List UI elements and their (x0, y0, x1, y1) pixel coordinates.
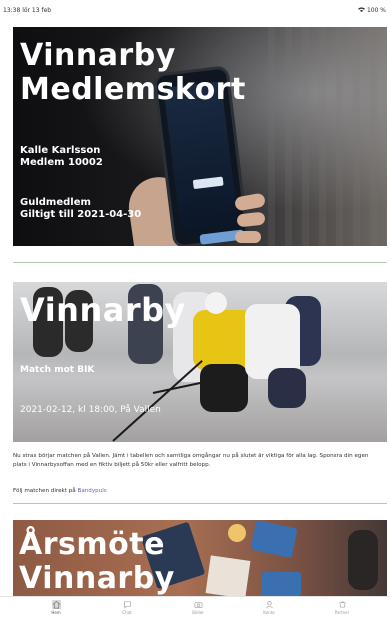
section-divider-2 (13, 503, 387, 504)
follow-match-line: Följ matchen direkt på Bandypuls (13, 487, 381, 496)
match-opponent: Match mot BIK (20, 365, 95, 375)
tab-images-label: Bilder (192, 610, 204, 615)
member-valid-until: Giltigt till 2021-04-30 (20, 209, 142, 220)
match-datetime: 2021-02-12, kl 18:00, På Vallen (20, 405, 161, 415)
member-name: Kalle Karlsson (20, 145, 101, 156)
annual-meeting-title-line2: Vinnarby (19, 561, 175, 596)
member-number: Medlem 10002 (20, 157, 103, 168)
match-title: Vinnarby (20, 291, 186, 329)
tab-chat-label: Chat (122, 610, 132, 615)
wifi-icon (358, 7, 367, 14)
tab-account[interactable]: Konto (249, 597, 289, 617)
tab-home[interactable]: Hem (36, 597, 76, 617)
tab-chat[interactable]: Chat (107, 597, 147, 617)
status-bar: 13:38 lör 13 feb 100 % (0, 0, 390, 20)
membership-title: Vinnarby Medlemskort (20, 39, 246, 107)
match-description: Nu strax börjar matchen på Vallen. Jämt … (13, 453, 369, 468)
section-divider (13, 262, 387, 263)
home-icon (51, 600, 61, 609)
member-level: Guldmedlem (20, 197, 91, 208)
annual-meeting-card[interactable]: Årsmöte Vinnarby (13, 520, 387, 596)
bandypuls-link[interactable]: Bandypuls (77, 488, 106, 494)
tab-bar: Hem Chat Bilder Konto Partner (0, 596, 390, 617)
tab-home-label: Hem (51, 610, 61, 615)
battery-label: 100 % (366, 7, 386, 14)
chat-icon (123, 600, 132, 609)
tab-partner[interactable]: Partner (322, 597, 362, 617)
tab-images[interactable]: Bilder (178, 597, 218, 617)
membership-title-line1: Vinnarby (20, 38, 176, 73)
partner-icon (338, 600, 347, 609)
annual-meeting-title-line1: Årsmöte (19, 527, 165, 562)
account-icon (265, 600, 274, 609)
status-time-date: 13:38 lör 13 feb (3, 7, 52, 14)
camera-icon (194, 600, 203, 609)
tab-account-label: Konto (263, 610, 275, 615)
membership-title-line2: Medlemskort (20, 72, 246, 107)
annual-meeting-title: Årsmöte Vinnarby (19, 528, 175, 596)
status-right: 100 % (358, 7, 386, 14)
follow-match-prefix: Följ matchen direkt på (13, 488, 78, 494)
match-card[interactable]: Vinnarby Match mot BIK 2021-02-12, kl 18… (13, 282, 387, 442)
tab-partner-label: Partner (334, 610, 350, 615)
membership-card[interactable]: Vinnarby Medlemskort Kalle Karlsson Medl… (13, 27, 387, 246)
